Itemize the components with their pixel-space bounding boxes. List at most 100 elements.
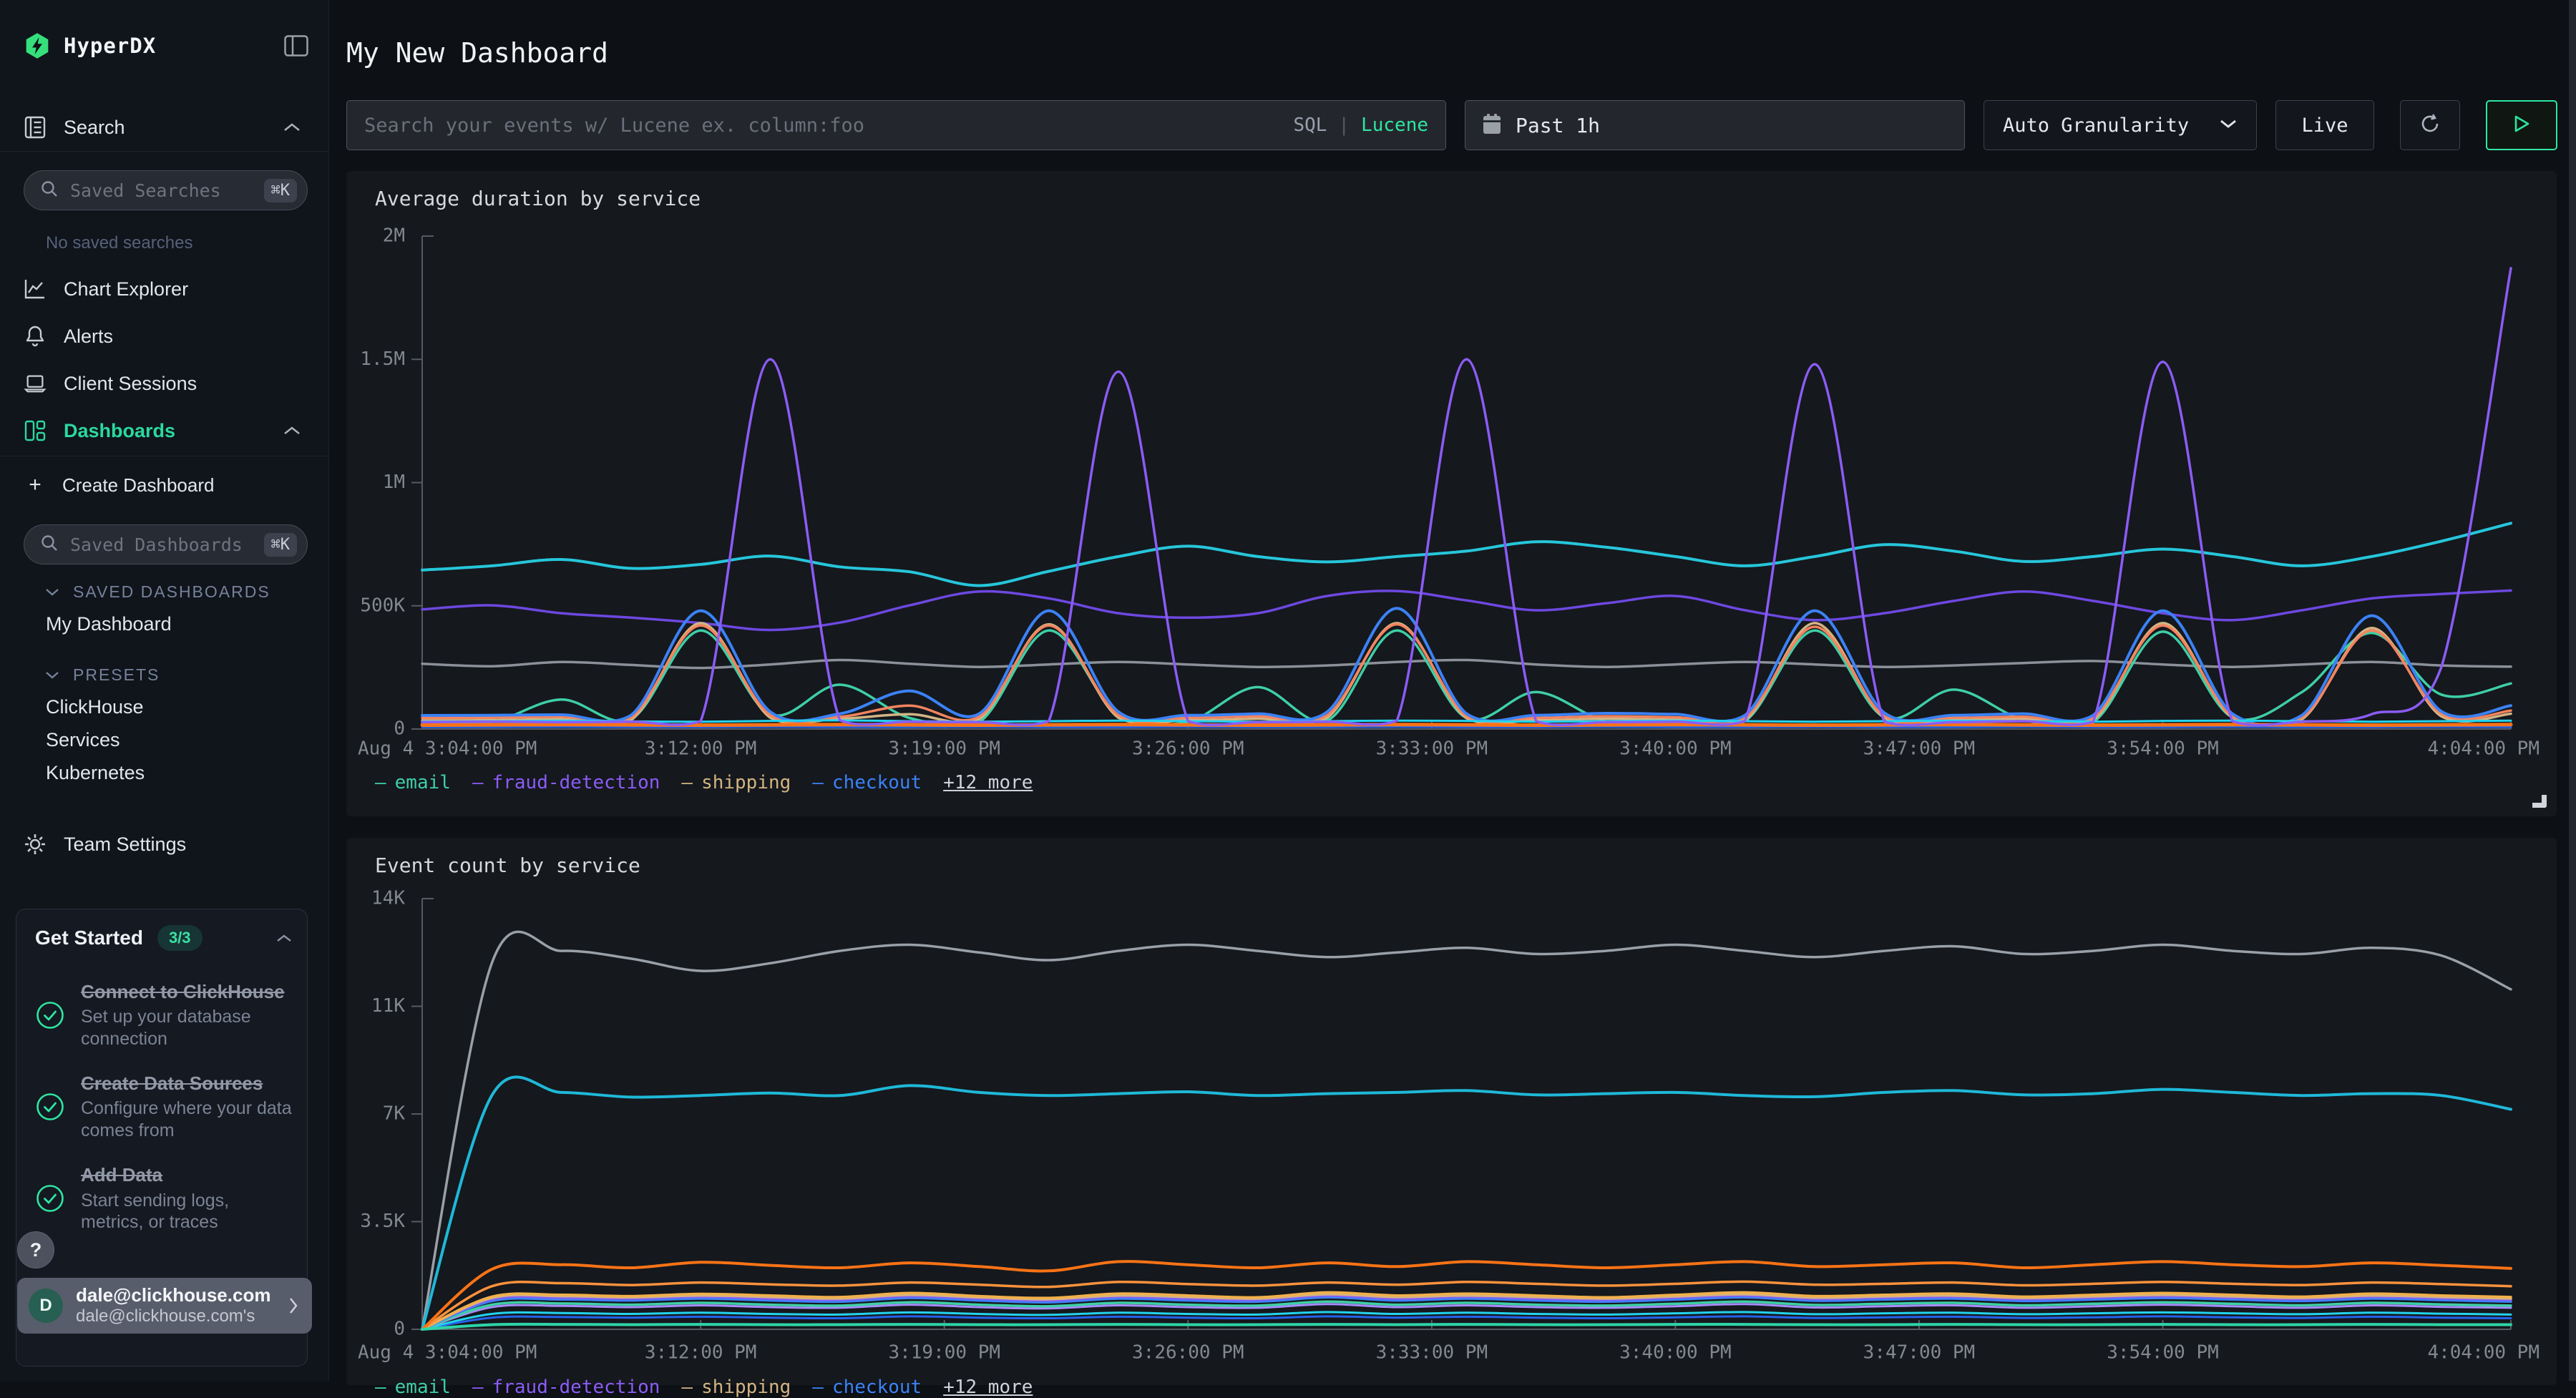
user-team: dale@clickhouse.com's bbox=[76, 1306, 270, 1326]
section-header-saved-dashboards[interactable]: SAVED DASHBOARDS bbox=[0, 581, 328, 602]
sql-toggle[interactable]: SQL bbox=[1293, 114, 1327, 136]
laptop-icon bbox=[24, 373, 47, 394]
svg-text:14K: 14K bbox=[371, 888, 405, 909]
sidebar-sections: SAVED DASHBOARDS My Dashboard PRESETS Click… bbox=[0, 581, 328, 788]
sidebar-nav: Chart Explorer Alerts Client Sessions Dashb… bbox=[0, 269, 328, 458]
refresh-icon bbox=[2418, 112, 2442, 139]
get-started-header[interactable]: Get Started 3/3 bbox=[35, 925, 293, 951]
get-started-item-2[interactable]: Create Data Sources Configure where your … bbox=[35, 1072, 293, 1141]
toggle-separator: | bbox=[1338, 114, 1350, 136]
sidebar-collapse-icon[interactable] bbox=[284, 35, 308, 57]
get-started-item-subtitle: Set up your database connection bbox=[81, 1006, 293, 1050]
granularity-value: Auto Granularity bbox=[2003, 114, 2189, 137]
legend-item-shipping[interactable]: —shipping bbox=[681, 1377, 791, 1398]
get-started-item-subtitle: Configure where your data comes from bbox=[81, 1098, 293, 1141]
divider bbox=[0, 151, 328, 152]
time-range-value: Past 1h bbox=[1516, 114, 1600, 137]
check-circle-icon bbox=[35, 1092, 65, 1122]
svg-text:3:40:00 PM: 3:40:00 PM bbox=[1619, 1342, 1732, 1364]
search-journal-icon bbox=[24, 116, 47, 139]
sidebar-item-search[interactable]: Search bbox=[0, 107, 328, 147]
no-saved-searches-text: No saved searches bbox=[46, 233, 192, 253]
legend-dash-icon: — bbox=[375, 1377, 386, 1398]
get-started-item-title: Create Data Sources bbox=[81, 1072, 293, 1095]
svg-text:7K: 7K bbox=[383, 1103, 406, 1125]
event-search-input[interactable]: Search your events w/ Lucene ex. column:… bbox=[346, 100, 1446, 150]
legend-dash-icon: — bbox=[681, 1377, 693, 1398]
legend-item-shipping[interactable]: —shipping bbox=[681, 772, 791, 793]
svg-text:3:47:00 PM: 3:47:00 PM bbox=[1863, 738, 1976, 760]
query-language-toggle: SQL | Lucene bbox=[1293, 114, 1428, 136]
sidebar-item-my-dashboard[interactable]: My Dashboard bbox=[0, 608, 328, 640]
get-started-item-3[interactable]: Add DataStart sending logs, metrics, or … bbox=[35, 1164, 293, 1233]
svg-text:2M: 2M bbox=[383, 225, 405, 247]
svg-text:3:33:00 PM: 3:33:00 PM bbox=[1376, 738, 1488, 760]
sidebar-item-clickhouse[interactable]: ClickHouse bbox=[0, 691, 328, 723]
legend-more-link[interactable]: +12 more bbox=[943, 1377, 1033, 1398]
help-button[interactable]: ? bbox=[17, 1231, 54, 1269]
user-menu[interactable]: D dale@clickhouse.com dale@clickhouse.co… bbox=[17, 1278, 312, 1334]
legend-more-link[interactable]: +12 more bbox=[943, 772, 1033, 793]
sidebar-item-label: ClickHouse bbox=[46, 696, 144, 718]
legend-dash-icon: — bbox=[812, 1377, 824, 1398]
svg-text:3:19:00 PM: 3:19:00 PM bbox=[888, 738, 1000, 760]
legend-item-email[interactable]: — email bbox=[375, 1377, 451, 1398]
create-dashboard-button[interactable]: + Create Dashboard bbox=[0, 469, 328, 501]
svg-text:3:19:00 PM: 3:19:00 PM bbox=[888, 1342, 1000, 1364]
chevron-down-icon bbox=[2219, 118, 2238, 132]
search-icon bbox=[40, 534, 59, 556]
sidebar-item-label: Search bbox=[64, 117, 125, 139]
saved-searches-input[interactable]: Saved Searches ⌘K bbox=[24, 170, 308, 210]
get-started-item-1[interactable]: Connect to ClickHouse Set up your databas… bbox=[35, 981, 293, 1050]
hyperdx-logo-icon[interactable] bbox=[24, 32, 51, 59]
legend-label: email bbox=[395, 772, 451, 793]
get-started-item-text: Connect to ClickHouse Set up your databas… bbox=[81, 981, 293, 1050]
sidebar-item-dashboards[interactable]: Dashboards bbox=[0, 411, 328, 451]
check-circle-icon bbox=[35, 1183, 65, 1213]
sidebar-item-label: Alerts bbox=[64, 326, 113, 348]
page-scrollbar[interactable] bbox=[2569, 0, 2576, 1381]
time-range-picker[interactable]: Past 1h bbox=[1465, 100, 1965, 150]
svg-text:0: 0 bbox=[394, 718, 405, 740]
section-header-presets[interactable]: PRESETS bbox=[0, 664, 328, 685]
live-button[interactable]: Live bbox=[2275, 100, 2374, 150]
chart-legend: —email—fraud-detection—shipping—checkout… bbox=[375, 772, 1033, 793]
get-started-item-title: Connect to ClickHouse bbox=[81, 981, 293, 1003]
svg-text:3:54:00 PM: 3:54:00 PM bbox=[2107, 738, 2219, 760]
legend-dash-icon: — bbox=[472, 772, 484, 793]
svg-text:4:04:00 PM: 4:04:00 PM bbox=[2427, 738, 2540, 760]
section-label: PRESETS bbox=[73, 665, 160, 685]
sidebar-item-client-sessions[interactable]: Client Sessions bbox=[0, 363, 328, 404]
legend-item-checkout[interactable]: —checkout bbox=[812, 772, 922, 793]
svg-text:3:47:00 PM: 3:47:00 PM bbox=[1863, 1342, 1976, 1364]
legend-item-fraud-detection[interactable]: —fraud-detection bbox=[472, 772, 660, 793]
legend-label: checkout bbox=[832, 772, 922, 793]
legend-item-checkout[interactable]: —checkout bbox=[812, 1377, 922, 1398]
legend-item-email[interactable]: —email bbox=[375, 772, 451, 793]
panel-resize-handle[interactable] bbox=[2532, 795, 2547, 808]
granularity-select[interactable]: Auto Granularity bbox=[1984, 100, 2257, 150]
legend-label: email bbox=[395, 1377, 451, 1398]
legend-dash-icon: — bbox=[681, 772, 693, 793]
refresh-button[interactable] bbox=[2400, 100, 2460, 150]
svg-text:3:12:00 PM: 3:12:00 PM bbox=[645, 738, 757, 760]
chart-icon bbox=[24, 278, 47, 300]
calendar-icon bbox=[1481, 112, 1503, 138]
sidebar-item-services[interactable]: Services bbox=[0, 724, 328, 756]
sidebar-item-alerts[interactable]: Alerts bbox=[0, 316, 328, 356]
sidebar-item-team-settings[interactable]: Team Settings bbox=[0, 824, 328, 864]
sidebar-item-label: Kubernetes bbox=[46, 762, 145, 784]
saved-dashboards-input[interactable]: Saved Dashboards ⌘K bbox=[24, 524, 308, 564]
svg-text:1.5M: 1.5M bbox=[360, 348, 405, 370]
run-query-button[interactable] bbox=[2486, 100, 2557, 150]
chevron-down-icon bbox=[44, 670, 60, 680]
svg-text:1M: 1M bbox=[383, 471, 405, 493]
saved-searches-placeholder: Saved Searches bbox=[70, 180, 221, 201]
get-started-progress-badge: 3/3 bbox=[157, 925, 203, 951]
chart-legend: — email —fraud-detection —shipping —checkout… bbox=[375, 1377, 1033, 1398]
lucene-toggle[interactable]: Lucene bbox=[1361, 114, 1428, 136]
legend-item-fraud-detection[interactable]: —fraud-detection bbox=[472, 1377, 660, 1398]
sidebar-item-kubernetes[interactable]: Kubernetes bbox=[0, 757, 328, 788]
sidebar-item-chart-explorer[interactable]: Chart Explorer bbox=[0, 269, 328, 309]
chevron-down-icon bbox=[44, 587, 60, 597]
